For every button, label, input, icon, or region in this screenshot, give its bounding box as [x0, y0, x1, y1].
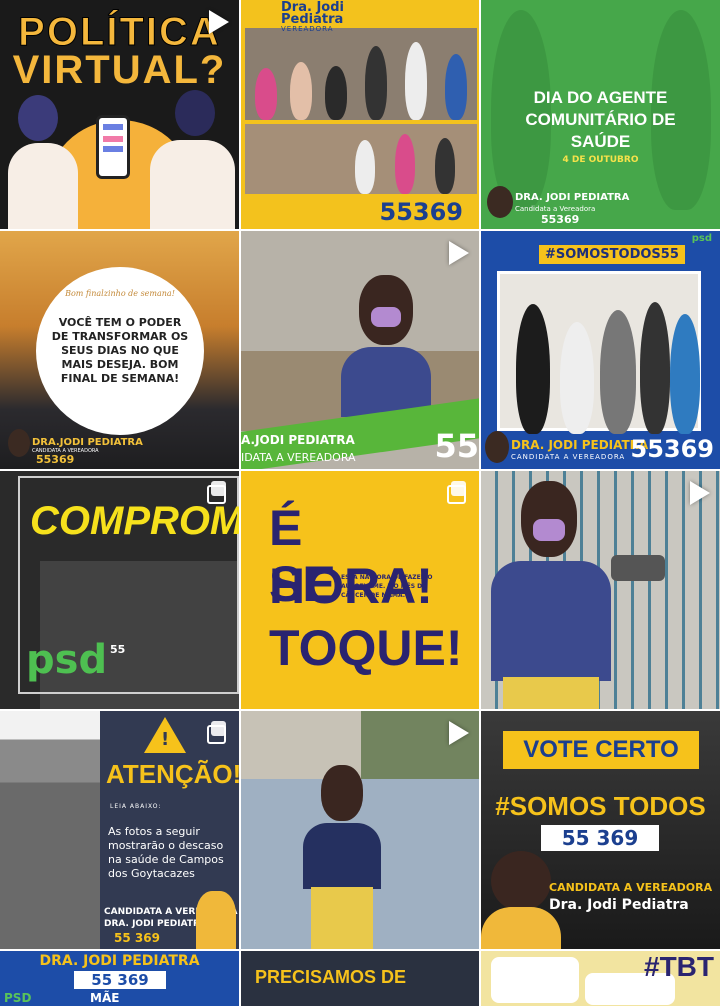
video-icon: [449, 721, 469, 745]
post-somostodos55[interactable]: #SOMOSTODOS55 psd DRA. JODI PEDIATRA CAN…: [481, 231, 720, 469]
vote-banner: VOTE CERTO: [503, 731, 699, 769]
post-note: ESTÁ NA HORA DE FAZER O AUTOEXAME. É O M…: [341, 574, 433, 599]
woman-portrait: [341, 275, 431, 417]
post-bom-finalzinho[interactable]: Bom finalzinho de semana! VOCÊ TEM O POD…: [0, 231, 239, 469]
post-title-line2: SE: [269, 556, 336, 612]
man-illustration: [150, 90, 235, 229]
phone-illustration: [96, 115, 130, 179]
candidate-number: 55369: [379, 198, 464, 226]
car: [611, 555, 665, 581]
post-video-gate[interactable]: [481, 471, 720, 709]
hashtag-text: #SOMOS TODOS: [495, 791, 706, 821]
candidate-number: 55 369: [114, 931, 160, 945]
post-subtitle: LEIA ABAIXO:: [110, 803, 162, 810]
photo-group-1: [245, 28, 477, 120]
post-video-school[interactable]: [241, 711, 479, 949]
post-title-line1: DIA DO AGENTE: [533, 88, 668, 107]
candidate-role: IDATA A VEREADORA: [241, 451, 356, 464]
post-vote-certo[interactable]: VOTE CERTO #SOMOS TODOS 55 369 CANDIDATA…: [481, 711, 720, 949]
psd-logo-number: 55: [110, 643, 126, 656]
candidate-number: 55 369: [541, 825, 659, 851]
candidate-name: A.JODI PEDIATRA: [241, 433, 355, 447]
video-icon: [449, 241, 469, 265]
candidate-role: VEREADORA: [281, 25, 334, 33]
post-body: As fotos a seguir mostrarão o descaso na…: [108, 825, 224, 880]
candidate-name: DRA. JODI PEDIATRA: [39, 953, 200, 969]
candidate-number: 55369: [630, 435, 715, 463]
building-photo: [0, 711, 100, 949]
post-text: #TBT: [644, 951, 714, 982]
video-icon: [690, 481, 710, 505]
post-compromisso[interactable]: COMPROM psd 55: [0, 471, 239, 709]
post-politica-virtual[interactable]: POLÍTICA VIRTUAL?: [0, 0, 239, 229]
post-title-line2: VIRTUAL?: [12, 48, 227, 92]
photo-group-2: [245, 124, 477, 194]
avatar-body: [481, 907, 561, 949]
instagram-profile-grid: POLÍTICA VIRTUAL? Dra. Jodi Pediatra VER…: [0, 0, 720, 1006]
avatar: [8, 429, 30, 457]
chat-bubble: [491, 957, 579, 1003]
candidate-number: 55369: [541, 213, 580, 226]
candidate-name: DRA. JODI PEDIATRA: [511, 438, 649, 452]
post-dra-jodi-blue[interactable]: DRA. JODI PEDIATRA 55 369 PSD MÃE: [0, 951, 239, 1006]
group-photo: [497, 271, 701, 434]
post-e-hora-se-toque[interactable]: É HORA! SE ESTÁ NA HORA DE FAZER O AUTOE…: [241, 471, 479, 709]
candidate-role: Candidata a Vereadora: [515, 205, 596, 213]
candidate-number: 55 369: [74, 971, 166, 989]
avatar: [485, 431, 509, 463]
psd-logo: psd: [691, 233, 712, 244]
warning-mark: !: [161, 729, 170, 750]
psd-logo: psd: [26, 637, 108, 683]
post-text: PRECISAMOS DE: [255, 967, 407, 987]
post-text: COMPROM: [30, 499, 239, 543]
video-icon: [209, 10, 229, 34]
woman-illustration: [8, 95, 78, 229]
candidate-name: Dra. Jodi Pediatra: [549, 897, 689, 913]
avatar: [491, 851, 551, 911]
post-title-line3: TOQUE!: [269, 620, 463, 676]
post-title-line3: SAÚDE: [570, 132, 631, 151]
woman-portrait: [483, 481, 613, 709]
post-precisamos-de[interactable]: PRECISAMOS DE: [241, 951, 479, 1006]
candidate-role: CANDIDATA A VEREADORA: [549, 881, 713, 894]
avatar: [196, 891, 236, 949]
hashtag-banner: #SOMOSTODOS55: [539, 245, 685, 264]
post-group-photos[interactable]: Dra. Jodi Pediatra VEREADORA 55369: [241, 0, 479, 229]
post-extra: MÃE: [90, 991, 120, 1005]
post-title: ATENÇÃO!: [106, 759, 239, 789]
carousel-icon: [447, 481, 467, 504]
candidate-name: DRA.JODI PEDIATRA: [32, 437, 143, 448]
carousel-icon: [207, 481, 227, 504]
post-dia-do-agente[interactable]: DIA DO AGENTE COMUNITÁRIO DE SAÚDE 4 DE …: [481, 0, 720, 229]
post-atencao[interactable]: ! ATENÇÃO! LEIA ABAIXO: As fotos a segui…: [0, 711, 239, 949]
candidate-number: 55369: [36, 453, 75, 466]
candidate-name: DRA. JODI PEDIATRA: [104, 919, 207, 929]
message-text: VOCÊ TEM O PODER DE TRANSFORMAR OS SEUS …: [51, 316, 189, 385]
post-title-line2: COMUNITÁRIO DE: [525, 110, 676, 129]
post-tbt[interactable]: #TBT: [481, 951, 720, 1006]
post-date: 4 DE OUTUBRO: [562, 155, 639, 165]
carousel-icon: [207, 721, 227, 744]
psd-logo: PSD: [4, 991, 32, 1005]
greeting-text: Bom finalzinho de semana!: [65, 289, 175, 298]
candidate-name: DRA. JODI PEDIATRA: [515, 192, 630, 203]
candidate-role: CANDIDATA A VEREADORA: [511, 453, 626, 461]
avatar: [487, 186, 513, 218]
post-video-outdoor[interactable]: A.JODI PEDIATRA IDATA A VEREADORA 55: [241, 231, 479, 469]
woman-portrait: [297, 765, 387, 949]
candidate-number: 55: [434, 427, 479, 465]
